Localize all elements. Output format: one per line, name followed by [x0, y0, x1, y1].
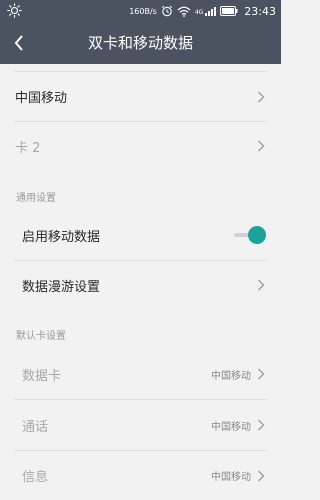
toggle-knob: [248, 226, 266, 244]
clock: 23:43: [244, 4, 276, 18]
battery-icon: [220, 6, 238, 16]
chevron-right-icon: [258, 470, 265, 481]
call-card-value: 中国移动: [211, 421, 251, 433]
status-bar: 160B/s 4G 23:43: [0, 0, 281, 22]
data-card-value: 中国移动: [211, 370, 251, 382]
chevron-right-icon: [258, 419, 265, 431]
sim-card-1-label: 中国移动: [15, 91, 68, 106]
wifi-icon: [177, 6, 191, 17]
call-card-label: 通话: [22, 419, 49, 435]
title-bar: 双卡和移动数据: [0, 22, 281, 64]
data-roaming-label: 数据漫游设置: [22, 279, 101, 295]
call-card-row[interactable]: 通话 中国移动: [0, 400, 281, 450]
sim-card-2-label: 卡 2: [15, 140, 41, 156]
data-card-row[interactable]: 数据卡 中国移动: [0, 349, 281, 399]
brightness-icon: [7, 3, 22, 18]
mobile-data-row[interactable]: 启用移动数据: [0, 210, 281, 260]
sim-card-1-row[interactable]: 中国移动: [0, 72, 281, 121]
chevron-right-icon: [258, 279, 265, 291]
message-card-value: 中国移动: [211, 472, 251, 483]
chevron-right-icon: [258, 140, 265, 152]
page-title: 双卡和移动数据: [87, 34, 193, 52]
chevron-right-icon: [258, 368, 265, 380]
mobile-data-toggle[interactable]: [234, 226, 266, 244]
network-type: 4G: [194, 8, 204, 16]
data-roaming-row[interactable]: 数据漫游设置: [0, 261, 281, 309]
data-card-label: 数据卡: [22, 368, 62, 384]
network-speed: 160B/s: [129, 6, 157, 16]
chevron-right-icon: [258, 91, 265, 102]
message-card-row[interactable]: 信息 中国移动: [0, 451, 281, 500]
section-header-general: 通用设置: [16, 193, 56, 204]
mobile-data-label: 启用移动数据: [22, 229, 101, 245]
sim-card-2-row[interactable]: 卡 2: [0, 122, 281, 170]
signal-icon: 4G: [194, 6, 217, 16]
alarm-icon: [161, 5, 172, 17]
settings-list: 中国移动 卡 2 通用设置 启用移动数据 数据漫游设置 默认卡设置 数据卡 中国…: [0, 64, 281, 500]
section-header-default-card: 默认卡设置: [16, 331, 66, 342]
message-card-label: 信息: [22, 470, 49, 485]
